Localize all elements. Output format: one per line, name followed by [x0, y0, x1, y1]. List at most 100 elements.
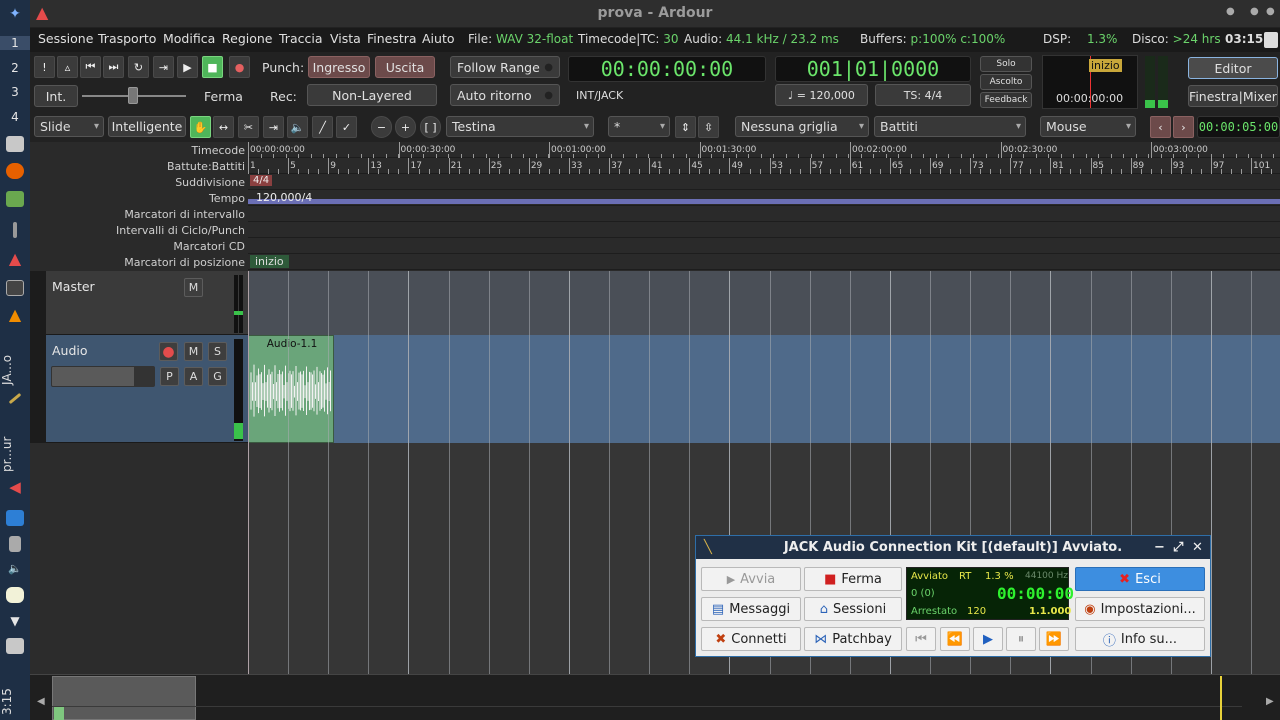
- menu-trasporto[interactable]: Trasporto: [98, 31, 156, 46]
- expand-tracks-icon[interactable]: ⇳: [698, 116, 719, 138]
- zoom-session-icon[interactable]: [ ]: [420, 116, 441, 138]
- maximize-icon[interactable]: ●: [1250, 6, 1259, 17]
- shuttle-handle[interactable]: [128, 87, 138, 104]
- jack-quit-button[interactable]: ✖ Esci: [1075, 567, 1205, 591]
- cd-ruler[interactable]: [248, 238, 1280, 254]
- feedback-button[interactable]: Feedback: [980, 92, 1032, 108]
- menu-finestra[interactable]: Finestra: [367, 31, 417, 46]
- play-range-icon[interactable]: ⇥: [153, 56, 174, 78]
- visible-tracks-select[interactable]: *: [608, 116, 670, 137]
- menu-aiuto[interactable]: Aiuto: [422, 31, 455, 46]
- int-button[interactable]: Int.: [34, 85, 78, 107]
- firefox-icon[interactable]: [6, 163, 24, 179]
- follow-range-button[interactable]: Follow Range ●: [450, 56, 560, 78]
- mixer-button[interactable]: Finestra|Mixer: [1188, 85, 1278, 107]
- rec-mode-button[interactable]: Non-Layered: [307, 84, 437, 106]
- vlc-icon[interactable]: ▲: [0, 305, 30, 324]
- mini-timeline[interactable]: inizio 00:00:00:00: [1042, 55, 1138, 109]
- jack-about-button[interactable]: ⓘ Info su...: [1075, 627, 1205, 651]
- workspace-4[interactable]: 4: [0, 110, 30, 124]
- monitor-icon[interactable]: [6, 280, 24, 296]
- master-mute-button[interactable]: M: [184, 278, 203, 297]
- stop-icon[interactable]: ■: [202, 56, 223, 78]
- menu-vista[interactable]: Vista: [330, 31, 361, 46]
- jack-start-button[interactable]: ▶ Avvia: [701, 567, 801, 591]
- close-icon[interactable]: ●: [1266, 6, 1275, 17]
- draw-tool-icon[interactable]: ╱: [312, 116, 333, 138]
- audio-track-header[interactable]: Audio ● M S P A G: [46, 335, 248, 443]
- loop-icon[interactable]: ↻: [128, 56, 149, 78]
- zoom-in-icon[interactable]: +: [395, 116, 416, 138]
- goto-end-icon[interactable]: ⏭: [103, 56, 124, 78]
- cut-tool-icon[interactable]: ✂: [238, 116, 259, 138]
- time-signature-button[interactable]: TS: 4/4: [875, 84, 971, 106]
- window-label-ardour[interactable]: pr...ur: [0, 430, 30, 478]
- summary-view-box[interactable]: [52, 676, 196, 720]
- tempo-ruler[interactable]: 120,000/4: [248, 190, 1280, 206]
- window-label-jack[interactable]: JA...o: [0, 345, 30, 395]
- pen-icon[interactable]: [13, 222, 17, 238]
- game-2048-icon[interactable]: [6, 191, 24, 207]
- edit-mode-select[interactable]: Slide: [34, 116, 104, 137]
- zoom-out-icon[interactable]: −: [371, 116, 392, 138]
- summary-left-icon[interactable]: ◀: [37, 696, 45, 707]
- jack-forward-icon[interactable]: ⏩: [1039, 627, 1069, 651]
- audio-region[interactable]: Audio-1.1: [248, 335, 334, 443]
- ascolto-button[interactable]: Ascolto: [980, 74, 1032, 90]
- menu-sessione[interactable]: Sessione: [38, 31, 93, 46]
- tempo-button[interactable]: ♩ = 120,000: [775, 84, 868, 106]
- loop-punch-ruler[interactable]: [248, 222, 1280, 238]
- playlist-button[interactable]: P: [160, 367, 179, 386]
- ardour-icon[interactable]: ▲: [0, 249, 30, 268]
- audition-tool-icon[interactable]: 🔈: [287, 116, 308, 138]
- app-menu-icon[interactable]: ✦: [0, 6, 30, 22]
- zoom-focus-select[interactable]: Testina: [446, 116, 594, 137]
- files-icon[interactable]: [6, 136, 24, 152]
- punch-out-button[interactable]: Uscita: [375, 56, 435, 78]
- menu-regione[interactable]: Regione: [222, 31, 272, 46]
- auto-return-button[interactable]: Auto ritorno ●: [450, 84, 560, 106]
- menu-modifica[interactable]: Modifica: [163, 31, 215, 46]
- solo-button[interactable]: Solo: [980, 56, 1032, 72]
- shrink-tracks-icon[interactable]: ⇕: [675, 116, 696, 138]
- audio-solo-button[interactable]: S: [208, 342, 227, 361]
- summary-right-icon[interactable]: ▶: [1266, 696, 1274, 707]
- stretch-tool-icon[interactable]: ⇥: [263, 116, 284, 138]
- jack-stop-button[interactable]: ■ Ferma: [804, 567, 902, 591]
- edit-point-select[interactable]: Mouse: [1040, 116, 1136, 137]
- meter-ruler[interactable]: 4/4: [248, 174, 1280, 190]
- goto-start-icon[interactable]: ⏮: [80, 56, 101, 78]
- secondary-clock[interactable]: 001|01|0000: [775, 56, 971, 82]
- punch-in-button[interactable]: Ingresso: [308, 56, 370, 78]
- ardour-task-icon[interactable]: ◀: [0, 478, 30, 496]
- record-icon[interactable]: ●: [229, 56, 250, 78]
- group-button[interactable]: G: [208, 367, 227, 386]
- status-toggle-icon[interactable]: [1264, 32, 1278, 48]
- volume-icon[interactable]: 🔈: [0, 562, 30, 575]
- grid-select[interactable]: Nessuna griglia: [735, 116, 869, 137]
- metronome-icon[interactable]: ▵: [57, 56, 78, 78]
- screen-icon[interactable]: [6, 510, 24, 526]
- jack-connect-button[interactable]: ✖ Connetti: [701, 627, 801, 651]
- meter-marker[interactable]: 4/4: [250, 175, 273, 186]
- workspace-1[interactable]: 1: [0, 36, 30, 50]
- master-lane[interactable]: [248, 271, 1280, 335]
- editor-button[interactable]: Editor: [1188, 57, 1278, 79]
- grid-type-select[interactable]: Battiti: [874, 116, 1026, 137]
- jack-minimize-icon[interactable]: −: [1154, 536, 1165, 559]
- battery-icon[interactable]: [6, 638, 24, 654]
- storage-icon[interactable]: [9, 536, 21, 552]
- tempo-marker[interactable]: 120,000/4: [256, 191, 312, 204]
- master-track-header[interactable]: Master M: [46, 271, 248, 335]
- audio-fader[interactable]: [51, 366, 155, 387]
- nudge-back-icon[interactable]: ‹: [1150, 116, 1171, 138]
- audio-lane[interactable]: [248, 335, 1280, 443]
- workspace-3[interactable]: 3: [0, 85, 30, 99]
- summary-pane[interactable]: ◀ ▶: [30, 674, 1280, 720]
- jack-rewind-start-icon[interactable]: ⏮: [906, 627, 936, 651]
- panic-icon[interactable]: !: [34, 56, 55, 78]
- start-marker[interactable]: inizio: [250, 255, 289, 268]
- jack-restore-icon[interactable]: ⤢: [1173, 536, 1183, 559]
- jack-pause-icon[interactable]: ⏸: [1006, 627, 1036, 651]
- bbt-ruler[interactable]: 1 5 9 13 17 21 25 29 33 37 41 45 49 53 57 61 65 69 73 77 81 8…: [248, 158, 1280, 174]
